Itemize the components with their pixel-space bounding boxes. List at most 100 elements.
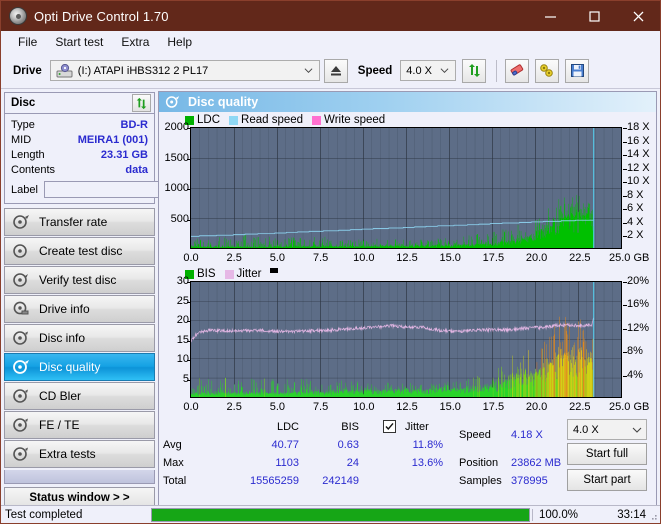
- sidebar-item-disc-quality[interactable]: Disc quality: [4, 353, 155, 381]
- y-tick-label: 25: [176, 294, 189, 307]
- x-tick-label: 22.5: [569, 401, 591, 413]
- x-tick-label: 20.0: [525, 401, 548, 413]
- legend-label-bis: BIS: [197, 268, 216, 280]
- sidebar-item-disc-info[interactable]: Disc info: [4, 324, 155, 352]
- menu-item-extra[interactable]: Extra: [112, 33, 158, 51]
- resize-grip-icon[interactable]: [648, 511, 658, 521]
- sidebar-label: Drive info: [39, 302, 90, 316]
- sidebar-label: Extra tests: [39, 447, 96, 461]
- erase-button[interactable]: [505, 58, 530, 83]
- y2-tick-mark: [623, 142, 627, 143]
- panel-title: Disc quality: [188, 95, 259, 109]
- y2-tick-mark: [623, 182, 627, 183]
- app-disc-icon: [9, 7, 27, 25]
- legend-swatch-jitter: [224, 269, 234, 279]
- maximize-icon[interactable]: [572, 1, 616, 31]
- disc-refresh-button[interactable]: [132, 94, 151, 112]
- menu-item-help[interactable]: Help: [158, 33, 201, 51]
- drive-label: Drive: [13, 64, 42, 77]
- position-stat-label: Position: [459, 457, 499, 469]
- progress-bar: [151, 507, 530, 522]
- legend-swatch-read-speed: [229, 115, 239, 125]
- menu-item-start-test[interactable]: Start test: [46, 33, 112, 51]
- sidebar-item-cd-bler[interactable]: CD Bler: [4, 382, 155, 410]
- disc-mid-label: MID: [11, 133, 32, 146]
- start-part-button[interactable]: Start part: [567, 469, 647, 491]
- eraser-icon: [510, 64, 523, 76]
- disc-contents-value: data: [125, 163, 148, 176]
- sidebar-item-extra-tests[interactable]: Extra tests: [4, 440, 155, 468]
- x-tick-label: 10.0: [353, 252, 375, 264]
- y2-tick-label: 14 X: [627, 148, 650, 161]
- sidebar-item-transfer-rate[interactable]: Transfer rate: [4, 208, 155, 236]
- disc-type-label: Type: [11, 118, 35, 131]
- y-tick-label: 500: [170, 212, 189, 225]
- close-icon[interactable]: [616, 1, 660, 31]
- sidebar-label: Transfer rate: [39, 215, 108, 229]
- speed-stat-label: Speed: [459, 429, 491, 441]
- y-tick-mark: [187, 380, 191, 381]
- x-tick-label: 2.5: [226, 252, 242, 264]
- minimize-icon[interactable]: [528, 1, 572, 31]
- sidebar-label: FE / TE: [39, 418, 80, 432]
- x-tick-label: 0.0: [183, 252, 199, 264]
- extra-tests-icon: [12, 446, 30, 462]
- total-ldc-value: 15565259: [250, 475, 299, 487]
- sidebar-item-create-test-disc[interactable]: Create test disc: [4, 237, 155, 265]
- x-tick-label: 10.0: [353, 401, 375, 413]
- nav-spacer: [4, 470, 155, 484]
- legend-swatch-write-speed: [312, 115, 322, 125]
- main-area: Disc Type BD-R MID MEIRA1 (001) Length 2…: [1, 89, 660, 523]
- legend-label-ldc: LDC: [197, 114, 221, 126]
- menu-item-file[interactable]: File: [9, 33, 46, 51]
- y2-tick-mark: [623, 196, 627, 197]
- sidebar-item-fe-te[interactable]: FE / TE: [4, 411, 155, 439]
- y2-tick-mark: [623, 169, 627, 170]
- y2-tick-mark: [623, 236, 627, 237]
- sidebar-item-drive-info[interactable]: Drive info: [4, 295, 155, 323]
- y2-tick-label: 4 X: [627, 215, 644, 228]
- chevron-down-icon: [304, 68, 313, 74]
- tools-button[interactable]: [535, 58, 560, 83]
- save-button[interactable]: [565, 58, 590, 83]
- x-tick-label: 12.5: [396, 252, 418, 264]
- stats-row-total: Total: [163, 475, 187, 487]
- legend-label-jitter: Jitter: [236, 268, 262, 280]
- sidebar-label: Disc info: [39, 331, 86, 345]
- disc-row-mid: MID MEIRA1 (001): [11, 132, 148, 147]
- eject-button[interactable]: [323, 58, 348, 83]
- test-speed-select[interactable]: 4.0 X: [567, 419, 647, 440]
- legend-label-read-speed: Read speed: [241, 114, 304, 126]
- disc-speed-icon: [12, 214, 30, 230]
- y2-tick-label: 18 X: [627, 121, 650, 133]
- drive-select[interactable]: (I:) ATAPI iHBS312 2 PL17: [49, 60, 320, 81]
- disc-info-rows: Type BD-R MID MEIRA1 (001) Length 23.31 …: [5, 114, 248, 203]
- speed-select[interactable]: 4.0 X: [400, 60, 457, 81]
- refresh-icon: [468, 64, 480, 77]
- avg-ldc-value: 40.77: [271, 439, 299, 451]
- refresh-button[interactable]: [462, 58, 487, 83]
- x-tick-label: 5.0: [269, 252, 286, 264]
- disc-row-contents: Contents data: [11, 162, 148, 177]
- drive-info-icon: [12, 301, 30, 317]
- start-full-button[interactable]: Start full: [567, 443, 647, 465]
- y-tick-label: 20: [176, 314, 189, 326]
- y2-tick-mark: [623, 352, 627, 353]
- cd-bler-icon: [12, 388, 30, 404]
- x-tick-label: 15.0: [439, 252, 461, 264]
- ldc-chart-legend: LDC Read speed Write speed: [185, 114, 391, 126]
- y2-tick-label: 16 X: [627, 134, 650, 147]
- window-controls: [528, 1, 660, 31]
- jitter-checkbox[interactable]: [383, 420, 396, 433]
- avg-bis-value: 0.63: [337, 439, 359, 451]
- x-tick-label: 5.0: [269, 401, 286, 413]
- y2-tick-mark: [623, 282, 627, 283]
- sidebar-label: Create test disc: [39, 244, 123, 258]
- y2-tick-mark: [623, 209, 627, 210]
- y-tick-mark: [187, 321, 191, 322]
- sidebar-item-verify-test-disc[interactable]: Verify test disc: [4, 266, 155, 294]
- eject-icon: [330, 66, 341, 76]
- max-bis-value: 24: [346, 457, 359, 469]
- disc-mid-value: MEIRA1 (001): [77, 133, 148, 146]
- legend-label-write-speed: Write speed: [324, 114, 386, 126]
